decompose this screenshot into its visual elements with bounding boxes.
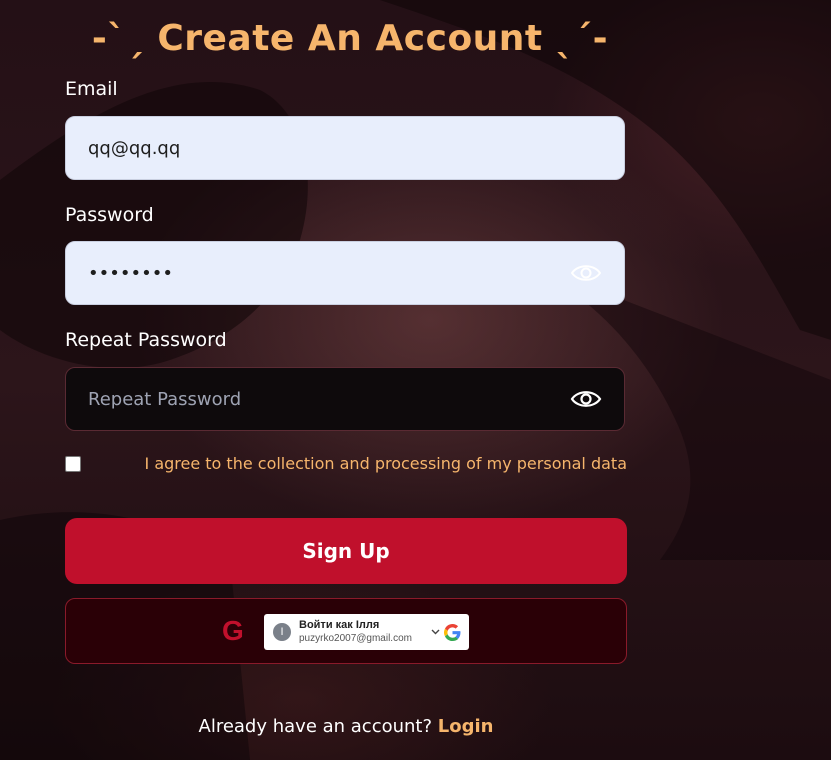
email-label: Email [65, 78, 118, 100]
repeat-password-field[interactable]: Repeat Password [65, 367, 625, 431]
login-prompt: Already have an account? Login [0, 716, 692, 737]
consent-checkbox[interactable] [65, 456, 81, 472]
google-logo-icon [444, 623, 461, 641]
show-password-icon[interactable] [570, 262, 602, 284]
consent-label: I agree to the collection and processing… [144, 454, 627, 473]
password-value: •••••••• [88, 262, 173, 284]
google-account-email: puzyrko2007@gmail.com [299, 633, 412, 644]
email-field[interactable]: qq@qq.qq [65, 116, 625, 180]
google-g-icon: G [222, 615, 244, 646]
password-field[interactable]: •••••••• [65, 241, 625, 305]
show-repeat-password-icon[interactable] [570, 388, 602, 410]
login-prompt-text: Already have an account? [198, 716, 438, 737]
google-sign-in-container: G І Войти как Ілля puzyrko2007@gmail.com [65, 598, 627, 664]
sign-up-button[interactable]: Sign Up [65, 518, 627, 584]
repeat-password-label: Repeat Password [65, 329, 227, 351]
consent-row: I agree to the collection and processing… [65, 454, 627, 474]
repeat-password-placeholder: Repeat Password [88, 388, 242, 410]
chevron-down-icon [431, 627, 440, 638]
login-link[interactable]: Login [438, 716, 494, 737]
google-account-name: Войти как Ілля [299, 619, 380, 631]
google-account-button[interactable]: І Войти как Ілля puzyrko2007@gmail.com [264, 614, 469, 650]
email-value: qq@qq.qq [88, 137, 181, 159]
password-label: Password [65, 204, 154, 226]
page-title: -ˋˏ Create An Account ˎˊ- [91, 18, 609, 59]
avatar: І [273, 623, 291, 641]
